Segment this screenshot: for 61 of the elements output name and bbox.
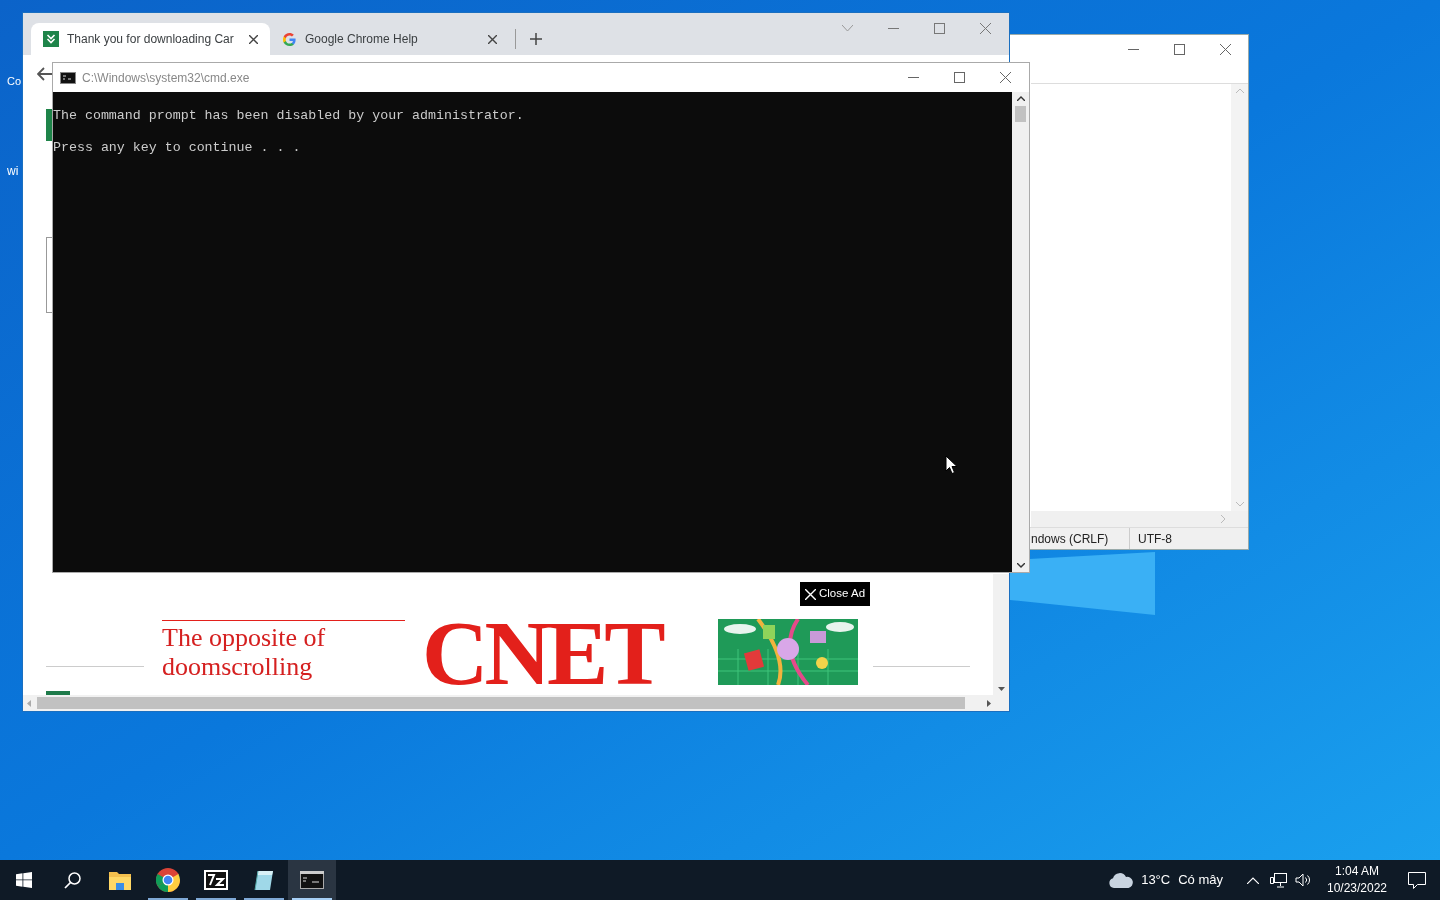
scroll-down-icon[interactable] bbox=[997, 687, 1005, 691]
scrollbar-thumb[interactable] bbox=[37, 697, 965, 709]
taskbar-app-button[interactable] bbox=[288, 860, 336, 900]
scroll-up-icon[interactable] bbox=[1016, 96, 1025, 101]
network-icon[interactable] bbox=[1270, 872, 1287, 888]
cnet-logo: CNET bbox=[422, 613, 662, 693]
windows-icon bbox=[16, 872, 32, 888]
folder-icon bbox=[109, 870, 131, 890]
close-icon[interactable] bbox=[1220, 44, 1231, 55]
maximize-icon[interactable] bbox=[934, 23, 945, 34]
scrollbar-thumb[interactable] bbox=[1015, 106, 1026, 122]
console-icon bbox=[300, 871, 324, 889]
console-line: Press any key to continue . . . bbox=[53, 140, 302, 156]
encoding-label: UTF-8 bbox=[1129, 528, 1172, 549]
volume-icon[interactable] bbox=[1295, 873, 1311, 887]
tab-title: Thank you for downloading Car bbox=[67, 31, 235, 48]
cursor-icon bbox=[945, 455, 958, 475]
notepad-icon bbox=[253, 869, 275, 891]
window-title: C:\Windows\system32\cmd.exe bbox=[82, 69, 250, 87]
close-ad-button[interactable]: Close Ad bbox=[800, 582, 871, 606]
close-icon bbox=[805, 588, 816, 600]
desktop-icon-label[interactable]: wi bbox=[7, 162, 19, 180]
line-ending-label: ndows (CRLF) bbox=[1031, 530, 1110, 548]
console-line: The command prompt has been disabled by your administrator. bbox=[53, 108, 525, 124]
running-indicator bbox=[244, 898, 284, 900]
date-label: 10/23/2022 bbox=[1326, 880, 1388, 897]
search-icon bbox=[63, 871, 81, 889]
cloud-icon bbox=[1108, 872, 1135, 888]
weather-condition[interactable]: Có mây bbox=[1178, 870, 1223, 890]
tab-title: Google Chrome Help bbox=[305, 31, 419, 48]
temperature-label[interactable]: 13°C bbox=[1141, 870, 1171, 890]
back-icon[interactable] bbox=[37, 67, 52, 81]
time-label: 1:04 AM bbox=[1335, 863, 1379, 880]
archive-icon bbox=[204, 870, 228, 890]
close-icon[interactable] bbox=[249, 34, 258, 44]
close-icon[interactable] bbox=[1000, 72, 1011, 83]
scroll-down-icon[interactable] bbox=[1016, 563, 1025, 568]
scroll-right-icon[interactable] bbox=[987, 699, 991, 707]
google-icon bbox=[282, 31, 297, 47]
new-tab-icon[interactable] bbox=[530, 33, 542, 45]
chevron-up-icon[interactable] bbox=[1247, 876, 1259, 884]
browser-tab[interactable]: Thank you for downloading Car bbox=[31, 23, 270, 55]
vertical-scrollbar[interactable] bbox=[1012, 92, 1029, 572]
ad-tagline: The opposite of doomscrolling bbox=[162, 623, 327, 681]
horizontal-scrollbar[interactable] bbox=[1031, 511, 1248, 527]
horizontal-scrollbar[interactable] bbox=[23, 695, 1009, 711]
vertical-scrollbar[interactable] bbox=[993, 574, 1009, 695]
maximize-icon[interactable] bbox=[1174, 44, 1185, 55]
accent-bar bbox=[46, 691, 70, 695]
close-icon[interactable] bbox=[488, 34, 497, 44]
accent-bar bbox=[46, 109, 52, 141]
download-icon bbox=[43, 31, 59, 47]
running-indicator bbox=[196, 898, 236, 900]
running-indicator bbox=[148, 898, 188, 900]
console-icon bbox=[60, 71, 76, 84]
desktop-icon-label[interactable]: Co bbox=[7, 73, 22, 90]
chrome-icon bbox=[156, 868, 180, 892]
maximize-icon[interactable] bbox=[954, 72, 965, 83]
notification-icon bbox=[1408, 871, 1426, 889]
running-indicator bbox=[292, 898, 332, 900]
clock[interactable]: 1:04 AM 10/23/2022 bbox=[1320, 863, 1394, 897]
